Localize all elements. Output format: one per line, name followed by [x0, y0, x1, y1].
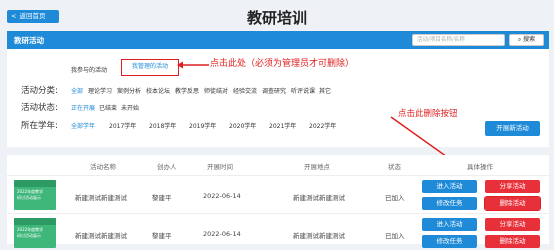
- filter-type-label: 活动分类:: [21, 86, 58, 96]
- top-bar: < 返回首页 教研培训: [0, 0, 554, 32]
- filter-year-option[interactable]: 全部学年: [71, 121, 95, 130]
- delete-activity-button[interactable]: 删除活动: [485, 235, 540, 248]
- activity-date: 2022-06-14: [203, 230, 241, 238]
- activity-date: 2022-06-14: [203, 192, 241, 200]
- table-header: 开展时间: [207, 163, 233, 171]
- filter-row-status: 活动状态: 正在开展 已结束 未开始: [21, 101, 139, 113]
- filter-type-option[interactable]: 调查研究: [262, 86, 286, 95]
- filter-year-label: 所在学年:: [21, 121, 58, 131]
- enter-activity-button[interactable]: 进入活动: [422, 218, 477, 231]
- filter-type-option[interactable]: 师徒结对: [204, 86, 228, 95]
- activity-creator: 黎建平: [152, 232, 172, 240]
- table-header: 具体操作: [467, 163, 493, 171]
- search-icon: ⌕: [517, 36, 522, 43]
- filter-type-option[interactable]: 案例分析: [117, 86, 141, 95]
- annotation-click-here: 点击此处（必须为管理员才可删除）: [210, 59, 355, 69]
- tab-my-activities[interactable]: 我参与的活动: [71, 65, 107, 74]
- filter-type-option[interactable]: 理论学习: [88, 86, 112, 95]
- activity-status: 已加入: [385, 232, 405, 240]
- table-row: 2022年度教学 研讨活动展示 新建测试新建测试 黎建平 2022-06-14 …: [7, 175, 549, 212]
- thumbnail-text: 研讨活动展示: [17, 195, 41, 200]
- tab-managed-activities[interactable]: 我管理的活动: [121, 59, 179, 76]
- table-row: 2022年度教学 研讨活动展示 新建测试新建测试 黎建平 2022-06-14 …: [7, 213, 549, 250]
- filter-row-type: 活动分类: 全部 理论学习 案例分析 校本论坛 教学反思 师徒结对 经验交流 调…: [21, 84, 331, 96]
- activity-table: 活动名称 创办人 开展时间 开展地点 状态 具体操作 2022年度教学 研讨活动…: [7, 155, 549, 248]
- activity-name: 新建测试新建测试: [75, 194, 127, 202]
- filter-type-option[interactable]: 全部: [71, 86, 83, 95]
- panel-header: 教研活动 活动/项目名称/名称 ⌕ 搜索: [7, 31, 549, 49]
- thumbnail-text: 研讨活动展示: [17, 233, 41, 238]
- edit-task-button[interactable]: 修改任务: [422, 235, 477, 248]
- table-header: 状态: [388, 163, 401, 171]
- filter-year-option[interactable]: 2019学年: [189, 121, 216, 130]
- edit-task-button[interactable]: 修改任务: [422, 197, 477, 210]
- activity-thumbnail[interactable]: 2022年度教学 研讨活动展示: [14, 180, 56, 210]
- filter-row-year: 所在学年: 全部学年 2017学年 2018学年 2019学年 2020学年 2…: [21, 119, 336, 131]
- filter-status-label: 活动状态:: [21, 103, 58, 113]
- filter-type-option[interactable]: 校本论坛: [146, 86, 170, 95]
- filter-status-option[interactable]: 已结束: [99, 103, 117, 112]
- search-input[interactable]: 活动/项目名称/名称: [412, 34, 505, 46]
- annotation-arrow-left-icon: [177, 61, 209, 69]
- enter-activity-button[interactable]: 进入活动: [422, 180, 477, 193]
- thumbnail-stripe: [14, 180, 56, 187]
- table-header: 创办人: [157, 163, 177, 171]
- table-header: 活动名称: [90, 163, 116, 171]
- filter-type-option[interactable]: 听评说课: [291, 86, 315, 95]
- filter-type-option[interactable]: 经验交流: [233, 86, 257, 95]
- thumbnail-stripe: [14, 218, 56, 225]
- filter-year-option[interactable]: 2021学年: [269, 121, 296, 130]
- activity-name: 新建测试新建测试: [75, 232, 127, 240]
- panel-title: 教研活动: [14, 36, 44, 45]
- delete-activity-button[interactable]: 删除活动: [484, 196, 541, 211]
- activity-place: 新建测试新建测试: [293, 232, 345, 240]
- activity-place: 新建测试新建测试: [293, 194, 345, 202]
- search-button[interactable]: ⌕ 搜索: [509, 34, 544, 46]
- activity-creator: 黎建平: [152, 194, 172, 202]
- search-button-label: 搜索: [523, 36, 536, 43]
- activity-panel: 教研活动 活动/项目名称/名称 ⌕ 搜索 我参与的活动 我管理的活动 点击此处（…: [7, 31, 549, 205]
- filter-year-option[interactable]: 2018学年: [149, 121, 176, 130]
- page-title: 教研培训: [246, 9, 307, 27]
- filter-year-option[interactable]: 2017学年: [109, 121, 136, 130]
- table-header: 开展地点: [304, 163, 330, 171]
- filter-year-option[interactable]: 2020学年: [229, 121, 256, 130]
- new-activity-button[interactable]: 开展新活动: [485, 121, 540, 136]
- share-activity-button[interactable]: 分享活动: [485, 218, 540, 231]
- activity-status: 已加入: [385, 194, 405, 202]
- filter-year-option[interactable]: 2022学年: [309, 121, 336, 130]
- filter-status-option[interactable]: 正在开展: [71, 103, 95, 112]
- filter-type-option[interactable]: 教学反思: [175, 86, 199, 95]
- filter-type-option[interactable]: 其它: [319, 86, 331, 95]
- filter-status-option[interactable]: 未开始: [121, 103, 139, 112]
- share-activity-button[interactable]: 分享活动: [485, 180, 540, 193]
